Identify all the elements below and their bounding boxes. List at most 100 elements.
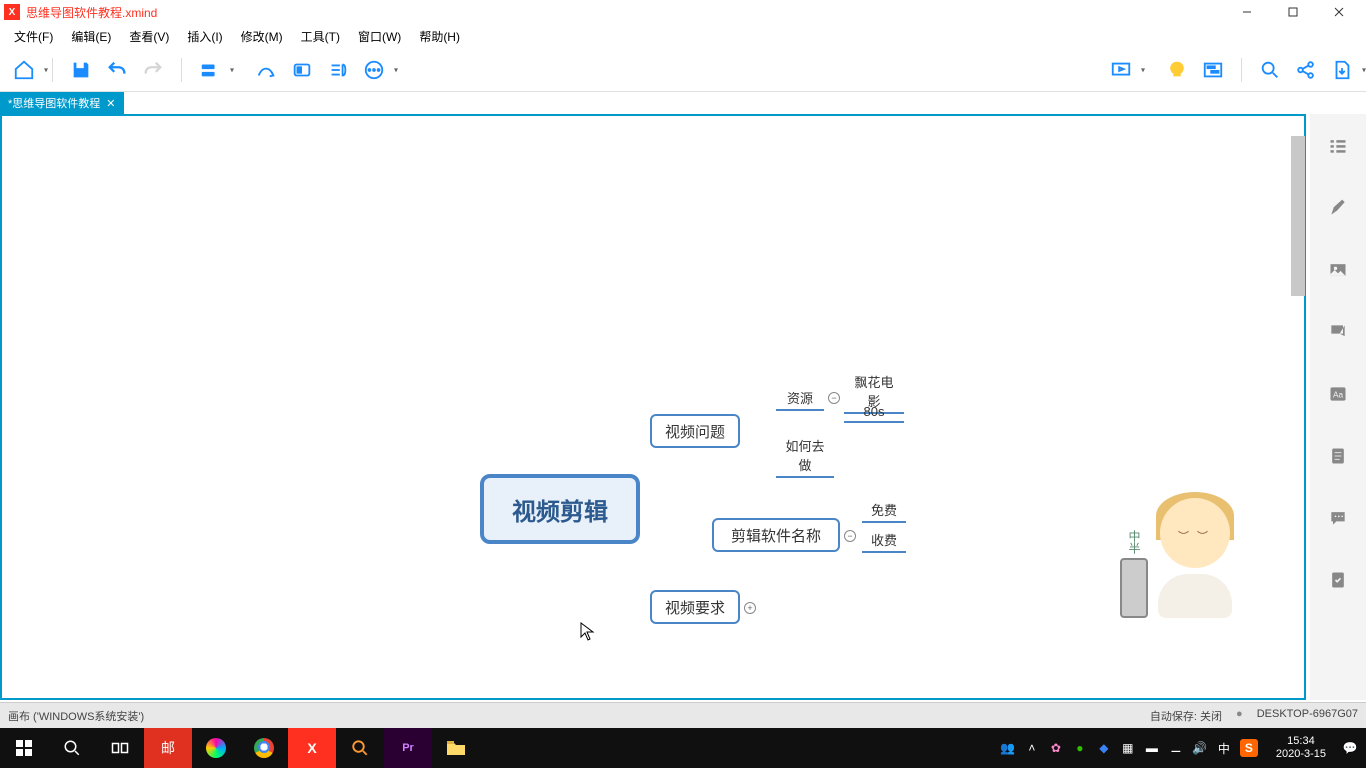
- expand-toggle[interactable]: +: [744, 602, 756, 614]
- tray-security-icon[interactable]: ◆: [1096, 740, 1112, 756]
- tray-volume-icon[interactable]: 🔊: [1192, 740, 1208, 756]
- leaf-label: 80s: [864, 404, 885, 419]
- toolbar: ▾ ▾ ▾ ▾ ▾: [0, 48, 1366, 92]
- mindmap-leaf-80s[interactable]: 80s: [844, 402, 904, 423]
- task-icon[interactable]: [1326, 568, 1350, 592]
- idea-button[interactable]: [1163, 56, 1191, 84]
- mindmap-leaf-pay[interactable]: 收费: [862, 528, 906, 553]
- assistant-avatar[interactable]: ︶︶ 中半: [1120, 488, 1240, 618]
- mindmap-sub-node-2[interactable]: 剪辑软件名称: [712, 518, 840, 552]
- avatar-label: 中半: [1126, 530, 1143, 554]
- windows-taskbar: 邮 X Pr 👥 ˄ ✿ ● ◆ ▦ ▬ ⚊ 🔊 中 S 15:34 2020-…: [0, 728, 1366, 768]
- connectors: [2, 116, 302, 266]
- undo-button[interactable]: [103, 56, 131, 84]
- image-icon[interactable]: [1326, 258, 1350, 282]
- menubar: 文件(F) 编辑(E) 查看(V) 插入(I) 修改(M) 工具(T) 窗口(W…: [0, 24, 1366, 48]
- statusbar: 画布 ('WINDOWS系统安装') 自动保存: 关闭 ● DESKTOP-69…: [0, 702, 1366, 728]
- menu-tools[interactable]: 工具(T): [293, 26, 348, 47]
- document-tab[interactable]: *思维导图软件教程 ✕: [0, 92, 124, 114]
- tab-label: *思维导图软件教程: [8, 95, 100, 111]
- clock-time: 15:34: [1276, 735, 1326, 748]
- share-button[interactable]: [1292, 56, 1320, 84]
- marker-icon[interactable]: [1326, 320, 1350, 344]
- titlebar-title: 思维导图软件教程.xmind: [26, 4, 1224, 21]
- tray-sogou-icon[interactable]: S: [1240, 739, 1258, 757]
- leaf-label: 资源: [787, 391, 813, 406]
- gantt-button[interactable]: [1199, 56, 1227, 84]
- task-view-icon[interactable]: [96, 728, 144, 768]
- workspace: 视频剪辑 视频问题 剪辑软件名称 视频要求 资源 如何去做 飘花电影 80s 免…: [0, 114, 1306, 700]
- node-label: 视频要求: [665, 597, 725, 618]
- taskbar-app-1[interactable]: 邮: [144, 728, 192, 768]
- titlebar: X 思维导图软件教程.xmind: [0, 0, 1366, 24]
- taskbar-explorer[interactable]: [432, 728, 480, 768]
- menu-file[interactable]: 文件(F): [6, 26, 61, 47]
- node-label: 视频问题: [665, 421, 725, 442]
- mindmap-leaf-free[interactable]: 免费: [862, 498, 906, 523]
- collapse-toggle[interactable]: −: [844, 530, 856, 542]
- menu-view[interactable]: 查看(V): [121, 26, 177, 47]
- status-autosave: 自动保存: 关闭: [1150, 708, 1222, 724]
- tray-battery-icon[interactable]: ▬: [1144, 740, 1160, 756]
- format-icon[interactable]: [1326, 196, 1350, 220]
- menu-help[interactable]: 帮助(H): [411, 26, 468, 47]
- tray-people-icon[interactable]: 👥: [1000, 740, 1016, 756]
- tray-app-icon[interactable]: ▦: [1120, 740, 1136, 756]
- mindmap-leaf-howto[interactable]: 如何去做: [776, 434, 834, 478]
- relationship-button[interactable]: [252, 56, 280, 84]
- canvas[interactable]: 视频剪辑 视频问题 剪辑软件名称 视频要求 资源 如何去做 飘花电影 80s 免…: [0, 114, 1306, 700]
- leaf-label: 收费: [871, 533, 897, 548]
- app-icon: X: [4, 4, 20, 20]
- notes-icon[interactable]: [1326, 444, 1350, 468]
- summary-button[interactable]: [324, 56, 352, 84]
- tray-up-icon[interactable]: ˄: [1024, 740, 1040, 756]
- redo-button[interactable]: [139, 56, 167, 84]
- mindmap-leaf-resource[interactable]: 资源: [776, 386, 824, 411]
- close-button[interactable]: [1316, 0, 1362, 24]
- maximize-button[interactable]: [1270, 0, 1316, 24]
- taskbar-xmind[interactable]: X: [288, 728, 336, 768]
- system-tray: 👥 ˄ ✿ ● ◆ ▦ ▬ ⚊ 🔊 中 S 15:34 2020-3-15 💬: [992, 735, 1366, 761]
- menu-edit[interactable]: 编辑(E): [63, 26, 119, 47]
- taskbar-premiere[interactable]: Pr: [384, 728, 432, 768]
- tray-wechat-icon[interactable]: ●: [1072, 740, 1088, 756]
- comments-icon[interactable]: [1326, 506, 1350, 530]
- tray-notifications-icon[interactable]: 💬: [1342, 740, 1358, 756]
- menu-window[interactable]: 窗口(W): [350, 26, 409, 47]
- clock-date: 2020-3-15: [1276, 748, 1326, 761]
- taskbar-chrome[interactable]: [240, 728, 288, 768]
- svg-text:Aa: Aa: [1333, 389, 1344, 399]
- separator: [52, 58, 53, 82]
- tray-network-icon[interactable]: ⚊: [1168, 740, 1184, 756]
- menu-insert[interactable]: 插入(I): [179, 26, 230, 47]
- home-button[interactable]: ▾: [10, 56, 38, 84]
- minimize-button[interactable]: [1224, 0, 1270, 24]
- root-label: 视频剪辑: [512, 492, 608, 527]
- mindmap-sub-node-3[interactable]: 视频要求: [650, 590, 740, 624]
- add-topic-button[interactable]: ▾: [196, 56, 224, 84]
- search-button[interactable]: [1256, 56, 1284, 84]
- save-button[interactable]: [67, 56, 95, 84]
- taskbar-app-2[interactable]: [192, 728, 240, 768]
- mindmap-sub-node-1[interactable]: 视频问题: [650, 414, 740, 448]
- tab-close-icon[interactable]: ✕: [106, 97, 115, 110]
- collapse-toggle[interactable]: −: [828, 392, 840, 404]
- menu-modify[interactable]: 修改(M): [233, 26, 291, 47]
- tray-flower-icon[interactable]: ✿: [1048, 740, 1064, 756]
- tray-clock[interactable]: 15:34 2020-3-15: [1276, 735, 1326, 761]
- tray-ime-icon[interactable]: 中: [1216, 740, 1232, 756]
- scroll-thumb[interactable]: [1291, 136, 1305, 296]
- export-button[interactable]: ▾: [1328, 56, 1356, 84]
- outline-icon[interactable]: [1326, 134, 1350, 158]
- more-button[interactable]: ▾: [360, 56, 388, 84]
- mindmap-root-node[interactable]: 视频剪辑: [480, 474, 640, 544]
- font-icon[interactable]: Aa: [1326, 382, 1350, 406]
- vertical-scrollbar[interactable]: [1290, 116, 1306, 702]
- start-button[interactable]: [0, 728, 48, 768]
- taskbar-search-app[interactable]: [336, 728, 384, 768]
- document-tabs: *思维导图软件教程 ✕: [0, 92, 1366, 114]
- boundary-button[interactable]: [288, 56, 316, 84]
- taskbar-search-icon[interactable]: [48, 728, 96, 768]
- presentation-button[interactable]: ▾: [1107, 56, 1135, 84]
- node-label: 剪辑软件名称: [731, 525, 821, 546]
